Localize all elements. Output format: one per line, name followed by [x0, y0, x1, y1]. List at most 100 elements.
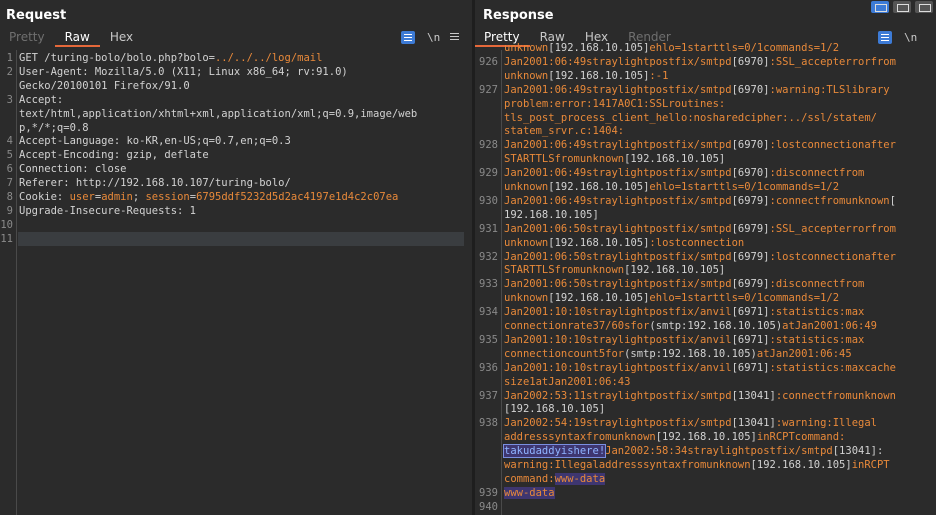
- code-line: Jan2001:06:49straylightpostfix/smtpd[697…: [504, 167, 864, 181]
- code-token: [192.168.10.105]: [548, 181, 650, 193]
- request-tabs: Pretty Raw Hex: [0, 29, 143, 47]
- request-title: Request: [6, 8, 67, 23]
- code-line: Referer: http://192.168.10.107/turing-bo…: [19, 177, 291, 191]
- code-line: Accept-Language: ko-KR,en-US;q=0.7,en;q=…: [19, 135, 291, 149]
- code-token: :connectfromunknown: [769, 194, 890, 207]
- line-number: 929: [479, 167, 498, 180]
- request-gutter: [0, 50, 17, 515]
- code-token: [6971]: [731, 333, 770, 346]
- code-token: [13041]: [731, 417, 776, 430]
- code-line: GET /turing-bolo/bolo.php?bolo=../../../…: [19, 52, 322, 66]
- code-token: Connection: close: [19, 163, 127, 176]
- code-line: Jan2001:06:49straylightpostfix/smtpd[697…: [504, 139, 896, 153]
- request-editor[interactable]: 1 GET /turing-bolo/bolo.php?bolo=../../..…: [0, 50, 472, 515]
- code-token: [: [889, 194, 896, 207]
- layout-tabs-icon[interactable]: [915, 1, 933, 13]
- code-token: [6970]: [731, 139, 770, 152]
- code-token: warning:Illegaladdresssyntaxfromunknown: [504, 459, 751, 471]
- code-token: ehlo=1starttls=0/1commands=1/2: [649, 181, 840, 193]
- line-number: 7: [6, 177, 13, 190]
- code-token: Jan2001:06:49straylightpostfix/smtpd: [504, 139, 732, 152]
- code-token: :lostconnectionafter: [769, 139, 896, 152]
- code-token: Jan2002:58:34straylightpostfix/smtpd: [605, 445, 833, 458]
- code-token: unknown: [504, 69, 549, 82]
- code-line: Jan2001:06:49straylightpostfix/smtpd[697…: [504, 195, 896, 209]
- code-line: unknown[192.168.10.105]ehlo=1starttls=0/…: [504, 292, 839, 306]
- wrap-lines-icon[interactable]: [878, 30, 892, 44]
- menu-icon[interactable]: [450, 33, 460, 41]
- line-number: 933: [479, 278, 498, 291]
- code-token: :lostconnectionafter: [769, 250, 896, 263]
- request-tab-raw[interactable]: Raw: [54, 29, 100, 47]
- code-line: Jan2001:10:10straylightpostfix/anvil[697…: [504, 362, 896, 376]
- code-line: unknown[192.168.10.105]:lostconnection: [504, 237, 744, 251]
- wrap-lines-icon[interactable]: [401, 30, 415, 44]
- code-line: Jan2002:53:11straylightpostfix/smtpd[130…: [504, 390, 896, 404]
- code-token: [13041]:: [832, 445, 884, 458]
- code-token: [6979]: [731, 222, 770, 235]
- code-token: [6970]: [731, 83, 770, 96]
- highlighted-match: takudaddyishere!: [502, 444, 607, 459]
- code-token: [192.168.10.105]: [548, 42, 650, 54]
- code-line: text/html,application/xhtml+xml,applicat…: [19, 108, 417, 122]
- code-line: Jan2001:10:10straylightpostfix/anvil[697…: [504, 334, 864, 348]
- code-line: Jan2001:06:50straylightpostfix/smtpd[697…: [504, 223, 896, 237]
- line-number: 9: [6, 204, 13, 217]
- code-token: size1atJan2001:06:43: [504, 375, 631, 388]
- code-token: ehlo=1starttls=0/1commands=1/2: [649, 42, 840, 54]
- code-token: Upgrade-Insecure-Requests: 1: [19, 204, 197, 217]
- code-token: problem:error:1417A0C1:SSLroutines:: [504, 97, 726, 110]
- code-token: [192.168.10.105]: [655, 431, 757, 444]
- code-token: Jan2001:06:49straylightpostfix/smtpd: [504, 194, 732, 207]
- code-token: [192.168.10.105]: [548, 292, 650, 305]
- code-token: :connectfromunknown: [775, 389, 896, 402]
- line-number: 934: [479, 306, 498, 319]
- newline-toggle-icon[interactable]: \n: [427, 31, 440, 44]
- code-token: :lostconnection: [649, 236, 745, 249]
- code-token: unknown: [504, 181, 549, 193]
- request-toolbar: \n: [401, 29, 460, 45]
- layout-side-by-side-icon[interactable]: [871, 1, 889, 13]
- line-number: 939: [479, 486, 498, 499]
- code-token: Accept-Language: ko-KR,en-US;q=0.7,en;q=…: [19, 135, 291, 148]
- code-token: unknown: [504, 292, 549, 305]
- layout-stacked-icon[interactable]: [893, 1, 911, 13]
- code-token: Referer: http://192.168.10.107/turing-bo…: [19, 177, 291, 190]
- line-number: 11: [0, 232, 13, 245]
- code-token: inRCPTcommand:: [756, 431, 846, 444]
- line-number: 935: [479, 333, 498, 346]
- code-token: unknown: [504, 42, 549, 54]
- code-token: Jan2001:06:50straylightpostfix/smtpd: [504, 222, 732, 235]
- code-line: unknown[192.168.10.105]:-1: [504, 70, 668, 84]
- code-line: User-Agent: Mozilla/5.0 (X11; Linux x86_…: [19, 66, 348, 80]
- code-token: connectionrate37/60sfor: [504, 320, 650, 332]
- code-line: connectionrate37/60sfor(smtp:192.168.10.…: [504, 320, 877, 334]
- code-token: [6970]: [731, 167, 770, 180]
- code-token: p,*/*;q=0.8: [19, 121, 89, 134]
- code-line: Jan2001:06:49straylightpostfix/smtpd[697…: [504, 84, 890, 98]
- request-tab-hex[interactable]: Hex: [100, 29, 143, 47]
- code-token: [6979]: [731, 250, 770, 263]
- line-number: 4: [6, 135, 13, 148]
- code-token: User-Agent: Mozilla/5.0 (X11; Linux x86_…: [19, 65, 348, 78]
- code-token: GET /turing-bolo/bolo.php?bolo=: [19, 52, 215, 64]
- response-editor[interactable]: unknown[192.168.10.105]ehlo=1starttls=0/…: [475, 42, 936, 515]
- code-line: STARTTLSfromunknown[192.168.10.105]: [504, 264, 725, 278]
- code-token: Jan2001:10:10straylightpostfix/anvil: [504, 306, 732, 319]
- line-number: 8: [6, 191, 13, 203]
- code-token: :statistics:maxcache: [769, 361, 896, 374]
- code-token: [6979]: [731, 278, 770, 291]
- line-number: 931: [479, 222, 498, 235]
- response-title: Response: [483, 8, 554, 23]
- code-line: statem_srvr.c:1404:: [504, 125, 624, 139]
- code-line: p,*/*;q=0.8: [19, 122, 89, 136]
- line-number: 936: [479, 361, 498, 374]
- code-token: :statistics:max: [769, 333, 865, 346]
- newline-toggle-icon[interactable]: \n: [904, 31, 917, 44]
- response-pane: Response Pretty Raw Hex Render \n unknow…: [475, 0, 936, 515]
- request-tab-pretty[interactable]: Pretty: [0, 29, 55, 47]
- code-token: (smtp:192.168.10.105): [624, 347, 757, 360]
- code-line: Jan2001:06:49straylightpostfix/smtpd[697…: [504, 56, 896, 70]
- code-token: tls_post_process_client_hello:nosharedci…: [504, 111, 877, 124]
- code-line: unknown[192.168.10.105]ehlo=1starttls=0/…: [504, 181, 839, 195]
